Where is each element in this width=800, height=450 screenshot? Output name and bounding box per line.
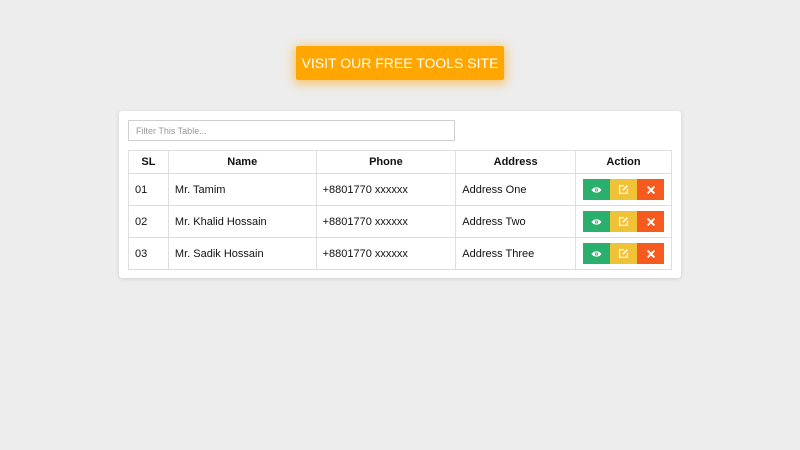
cell-address: Address Two	[455, 205, 577, 238]
column-header-address: Address	[455, 150, 577, 174]
close-icon	[646, 217, 655, 226]
delete-button[interactable]	[637, 243, 664, 264]
edit-icon	[619, 217, 628, 226]
cell-phone: +8801770 xxxxxx	[315, 205, 457, 238]
close-icon	[646, 249, 655, 258]
cell-name: Mr. Tamim	[167, 173, 317, 206]
view-button[interactable]	[583, 243, 610, 264]
table-row: 01 Mr. Tamim +8801770 xxxxxx Address One	[128, 173, 672, 206]
visit-tools-button[interactable]: VISIT OUR FREE TOOLS SITE	[296, 46, 504, 80]
edit-icon	[619, 249, 628, 258]
column-header-action: Action	[575, 150, 672, 174]
eye-icon	[591, 218, 602, 225]
cell-name: Mr. Sadik Hossain	[167, 237, 317, 270]
table-row: 03 Mr. Sadik Hossain +8801770 xxxxxx Add…	[128, 237, 672, 270]
cell-phone: +8801770 xxxxxx	[315, 237, 457, 270]
filter-input[interactable]	[128, 120, 455, 141]
view-button[interactable]	[583, 179, 610, 200]
delete-button[interactable]	[637, 179, 664, 200]
table-header-row: SL Name Phone Address Action	[128, 150, 672, 174]
cell-sl: 02	[128, 205, 169, 238]
edit-icon	[619, 185, 628, 194]
edit-button[interactable]	[610, 179, 637, 200]
edit-button[interactable]	[610, 211, 637, 232]
cell-name: Mr. Khalid Hossain	[167, 205, 317, 238]
table-row: 02 Mr. Khalid Hossain +8801770 xxxxxx Ad…	[128, 205, 672, 238]
cell-address: Address Three	[455, 237, 577, 270]
cell-actions	[575, 237, 672, 270]
column-header-name: Name	[167, 150, 317, 174]
column-header-phone: Phone	[315, 150, 457, 174]
eye-icon	[591, 186, 602, 193]
cell-phone: +8801770 xxxxxx	[315, 173, 457, 206]
delete-button[interactable]	[637, 211, 664, 232]
cell-address: Address One	[455, 173, 577, 206]
table-card: SL Name Phone Address Action 01 Mr. Tami…	[119, 111, 681, 278]
eye-icon	[591, 250, 602, 257]
close-icon	[646, 185, 655, 194]
column-header-sl: SL	[128, 150, 169, 174]
data-table: SL Name Phone Address Action 01 Mr. Tami…	[128, 150, 672, 270]
edit-button[interactable]	[610, 243, 637, 264]
cell-sl: 03	[128, 237, 169, 270]
view-button[interactable]	[583, 211, 610, 232]
cell-actions	[575, 173, 672, 206]
cell-actions	[575, 205, 672, 238]
cell-sl: 01	[128, 173, 169, 206]
